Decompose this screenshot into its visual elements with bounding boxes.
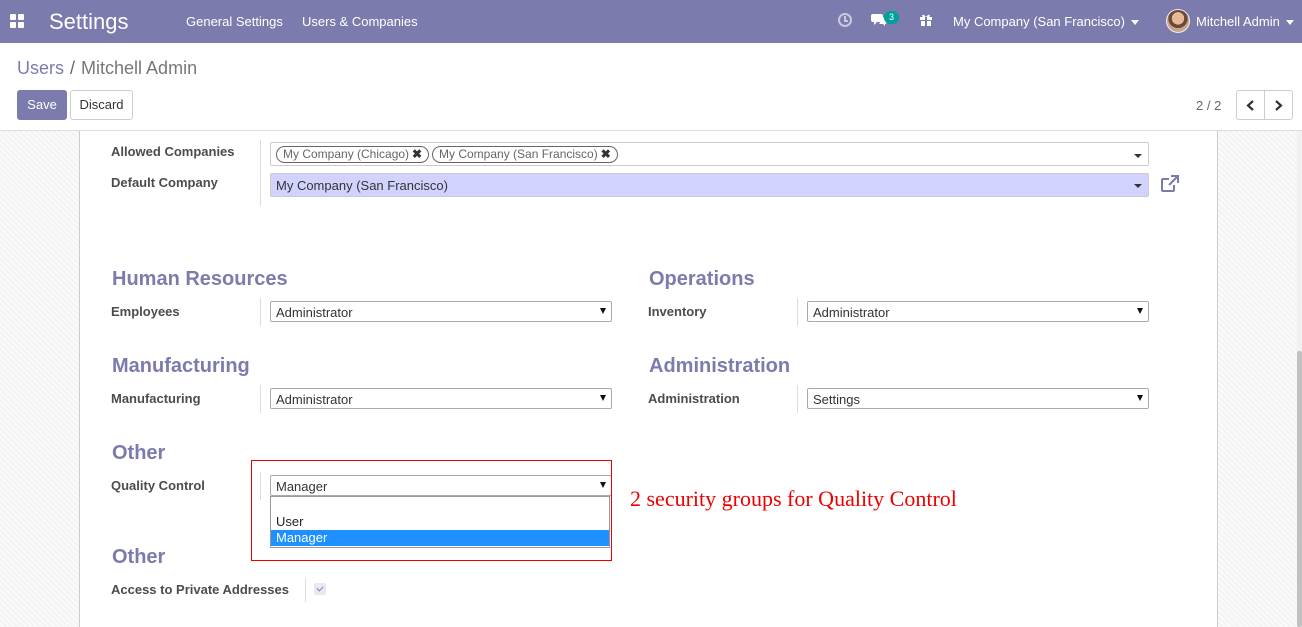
field-separator (260, 385, 261, 413)
company-tag: My Company (San Francisco) ✖ (432, 146, 618, 163)
company-tag-label: My Company (San Francisco) (439, 147, 598, 161)
group-title-human-resources: Human Resources (112, 268, 288, 290)
allowed-companies-field[interactable]: My Company (Chicago) ✖ My Company (San Fr… (270, 142, 1149, 166)
quality-control-label: Quality Control (111, 478, 205, 493)
field-separator (260, 140, 261, 206)
pager-next-button[interactable] (1264, 90, 1293, 120)
employees-select[interactable]: Administrator (270, 301, 612, 322)
field-separator (797, 385, 798, 413)
inventory-label: Inventory (648, 304, 707, 319)
private-addresses-label: Access to Private Addresses (111, 582, 290, 597)
field-separator (797, 298, 798, 326)
dropdown-arrow-icon (600, 308, 606, 314)
remove-tag-icon[interactable]: ✖ (412, 147, 422, 161)
control-panel: Users / Mitchell Admin Save Discard 2 / 2 (0, 43, 1302, 131)
dropdown-caret-icon[interactable] (1134, 154, 1142, 158)
chevron-right-icon (1275, 100, 1283, 111)
company-tag: My Company (Chicago) ✖ (276, 146, 430, 163)
dropdown-arrow-icon (600, 395, 606, 401)
scrollbar[interactable] (1297, 131, 1302, 627)
employees-label: Employees (111, 304, 180, 319)
user-menu-label: Mitchell Admin (1196, 14, 1280, 29)
pager-previous-button[interactable] (1236, 90, 1265, 120)
chevron-down-icon (1285, 20, 1294, 26)
field-separator (260, 298, 261, 326)
top-navbar: Settings General Settings Users & Compan… (0, 0, 1302, 43)
default-company-field[interactable]: My Company (San Francisco) (270, 173, 1149, 197)
group-title-manufacturing: Manufacturing (112, 355, 250, 377)
apps-menu-icon[interactable] (10, 14, 24, 28)
breadcrumb: Users / Mitchell Admin (17, 58, 197, 79)
annotation-box (251, 460, 612, 561)
group-title-operations: Operations (649, 268, 755, 290)
chat-count-badge: 3 (884, 11, 899, 24)
external-link-icon[interactable] (1160, 175, 1180, 193)
administration-label: Administration (648, 391, 740, 406)
company-tag-label: My Company (Chicago) (283, 147, 410, 161)
pager-value: 2 / 2 (1196, 98, 1222, 113)
allowed-companies-label: Allowed Companies (111, 144, 235, 159)
company-switcher[interactable]: My Company (San Francisco) (953, 14, 1139, 29)
breadcrumb-users-link[interactable]: Users (17, 58, 64, 78)
gift-icon[interactable] (919, 12, 933, 27)
field-separator (305, 578, 306, 602)
administration-select[interactable]: Settings (807, 388, 1149, 409)
app-title: Settings (49, 9, 129, 34)
discard-button[interactable]: Discard (70, 90, 133, 120)
save-button[interactable]: Save (17, 90, 67, 120)
annotation-text: 2 security groups for Quality Control (630, 486, 957, 511)
manufacturing-label: Manufacturing (111, 391, 201, 406)
avatar[interactable] (1166, 9, 1190, 33)
inventory-select-value: Administrator (813, 305, 890, 320)
breadcrumb-current: Mitchell Admin (81, 58, 198, 78)
remove-tag-icon[interactable]: ✖ (601, 147, 611, 161)
scrollbar-thumb[interactable] (1297, 351, 1302, 627)
chevron-down-icon (1130, 20, 1139, 26)
group-title-other: Other (112, 442, 166, 464)
menu-users-companies[interactable]: Users & Companies (302, 14, 418, 29)
group-title-administration: Administration (649, 355, 791, 377)
user-menu[interactable]: Mitchell Admin (1196, 14, 1294, 29)
chevron-left-icon (1246, 100, 1254, 111)
dropdown-arrow-icon (1137, 308, 1143, 314)
employees-select-value: Administrator (276, 305, 353, 320)
menu-general-settings[interactable]: General Settings (186, 14, 283, 29)
administration-select-value: Settings (813, 392, 860, 407)
default-company-label: Default Company (111, 175, 218, 190)
group-title-other-2: Other (112, 546, 166, 568)
dropdown-arrow-icon (1137, 395, 1143, 401)
default-company-value: My Company (San Francisco) (276, 178, 448, 193)
activity-clock-icon[interactable] (838, 13, 852, 27)
manufacturing-select[interactable]: Administrator (270, 388, 612, 409)
form-sheet (79, 131, 1218, 627)
dropdown-caret-icon[interactable] (1134, 184, 1142, 188)
private-addresses-checkbox[interactable] (314, 583, 326, 595)
company-switcher-label: My Company (San Francisco) (953, 14, 1125, 29)
manufacturing-select-value: Administrator (276, 392, 353, 407)
breadcrumb-separator: / (70, 58, 76, 78)
inventory-select[interactable]: Administrator (807, 301, 1149, 322)
